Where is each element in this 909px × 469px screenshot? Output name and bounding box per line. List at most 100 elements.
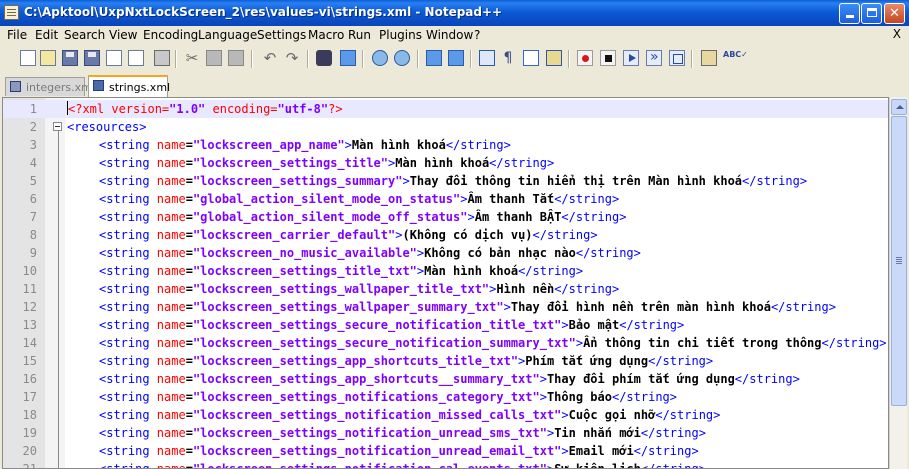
new-file-icon[interactable] [20, 50, 36, 66]
line-number: 8 [29, 228, 37, 242]
menu-encoding[interactable]: Encoding [143, 28, 198, 42]
line-content: <string name="lockscreen_app_name">Màn h… [99, 136, 511, 154]
equals-sign: = [185, 246, 193, 260]
code-line[interactable]: 21 <string name="lockscreen_settings_noti… [3, 460, 888, 468]
tab-strings-xml[interactable]: strings.xml [88, 75, 170, 97]
user-language-icon[interactable] [546, 50, 562, 66]
close-file-icon[interactable] [106, 50, 122, 66]
close-document-button[interactable]: X [893, 27, 901, 41]
code-line[interactable]: 7 <string name="global_action_silent_mode… [3, 208, 888, 226]
close-tag: </string> [619, 318, 685, 332]
open-tag: <string [99, 354, 157, 368]
notepad-app-icon[interactable] [4, 5, 19, 20]
code-line[interactable]: 11 <string name="lockscreen_settings_wall… [3, 280, 888, 298]
menu-run[interactable]: Run [348, 28, 371, 42]
close-all-icon[interactable] [128, 50, 144, 66]
code-line[interactable]: 1 <?xml version="1.0" encoding="utf-8"?> [3, 100, 888, 118]
line-content: <string name="lockscreen_settings_notifi… [99, 460, 706, 468]
menu-settings[interactable]: Settings [257, 28, 306, 42]
line-number: 10 [22, 264, 37, 278]
scrollbar-thumb[interactable] [891, 116, 907, 406]
paste-icon[interactable] [228, 50, 244, 66]
save-all-icon[interactable] [84, 50, 100, 66]
open-tag: <string [99, 228, 157, 242]
code-line[interactable]: 19 <string name="lockscreen_settings_noti… [3, 424, 888, 442]
show-all-characters-icon[interactable]: ¶ [500, 50, 516, 66]
code-line[interactable]: 14 <string name="lockscreen_settings_secu… [3, 334, 888, 352]
menu-plugins[interactable]: Plugins [379, 28, 422, 42]
spell-check-icon[interactable]: ABC✓ [723, 50, 748, 66]
record-macro-icon[interactable] [577, 50, 593, 66]
save-macro-icon[interactable] [669, 50, 685, 66]
undo-icon[interactable]: ↶ [262, 50, 278, 66]
plugin-icon[interactable] [701, 50, 717, 66]
attribute-value: "lockscreen_settings_notification_unread… [192, 426, 547, 440]
menu-edit[interactable]: Edit [35, 28, 58, 42]
code-line[interactable]: 9 <string name="lockscreen_no_music_avail… [3, 244, 888, 262]
tab-integers-xml[interactable]: integers.xml [5, 77, 95, 96]
code-line[interactable]: 5 <string name="lockscreen_settings_summa… [3, 172, 888, 190]
attribute-value: "lockscreen_settings_secure_notification… [192, 318, 562, 332]
equals-sign: = [185, 354, 193, 368]
attribute-name: name [156, 174, 186, 188]
open-tag: <string [99, 138, 157, 152]
code-line[interactable]: 17 <string name="lockscreen_settings_noti… [3, 388, 888, 406]
menu-macro[interactable]: Macro [308, 28, 344, 42]
code-line[interactable]: 13 <string name="lockscreen_settings_secu… [3, 316, 888, 334]
sync-horizontal-icon[interactable] [448, 50, 464, 66]
code-line[interactable]: 6 <string name="global_action_silent_mode… [3, 190, 888, 208]
line-content: <string name="lockscreen_settings_secure… [99, 316, 684, 334]
code-line[interactable]: 18 <string name="lockscreen_settings_noti… [3, 406, 888, 424]
code-line[interactable]: 20 <string name="lockscreen_settings_noti… [3, 442, 888, 460]
run-macro-multiple-icon[interactable] [646, 49, 662, 66]
code-line[interactable]: 2 <resources> [3, 118, 888, 136]
menu-language[interactable]: Language [198, 28, 257, 42]
attribute-value: "lockscreen_settings_title_txt" [192, 264, 417, 278]
close-tag: </string> [554, 192, 620, 206]
close-button[interactable]: ✕ [884, 3, 905, 24]
print-icon[interactable] [154, 50, 170, 66]
code-line[interactable]: 10 <string name="lockscreen_settings_titl… [3, 262, 888, 280]
open-file-icon[interactable] [40, 50, 56, 66]
code-line[interactable]: 15 <string name="lockscreen_settings_app_… [3, 352, 888, 370]
line-content: <string name="lockscreen_settings_title_… [99, 262, 583, 280]
close-icon: ✕ [889, 6, 900, 21]
replace-icon[interactable] [340, 50, 356, 66]
menu-help[interactable]: ? [474, 28, 480, 42]
scroll-up-button[interactable] [891, 99, 907, 115]
vertical-scrollbar[interactable] [889, 97, 907, 469]
menu-window[interactable]: Window [426, 28, 473, 42]
copy-icon[interactable] [206, 50, 222, 66]
menu-search[interactable]: Search [64, 28, 105, 42]
line-number: 6 [29, 192, 37, 206]
minimize-button[interactable] [839, 3, 860, 24]
xml-declaration-close: ?> [328, 102, 343, 116]
zoom-out-icon[interactable] [394, 50, 410, 66]
toolbar-separator [691, 50, 693, 68]
code-line[interactable]: 8 <string name="lockscreen_carrier_defaul… [3, 226, 888, 244]
close-tag: </string> [648, 354, 714, 368]
menu-view[interactable]: View [109, 28, 137, 42]
stop-recording-icon[interactable] [600, 50, 616, 66]
line-content: <string name="lockscreen_settings_secure… [99, 334, 887, 352]
indent-guide-icon[interactable] [523, 50, 539, 66]
text-editor[interactable]: 1 <?xml version="1.0" encoding="utf-8"?> 2… [2, 97, 889, 469]
open-tag: <string [99, 444, 157, 458]
redo-icon[interactable]: ↷ [284, 50, 300, 66]
code-line[interactable]: 12 <string name="lockscreen_settings_wall… [3, 298, 888, 316]
code-line[interactable]: 16 <string name="lockscreen_settings_app_… [3, 370, 888, 388]
menu-file[interactable]: File [7, 28, 27, 42]
word-wrap-icon[interactable] [479, 50, 495, 66]
code-line[interactable]: 3 <string name="lockscreen_app_name">Màn … [3, 136, 888, 154]
tag-bracket: > [503, 300, 511, 314]
code-line[interactable]: 4 <string name="lockscreen_settings_title… [3, 154, 888, 172]
find-icon[interactable] [316, 50, 332, 66]
maximize-button[interactable] [861, 3, 882, 24]
save-icon[interactable] [62, 50, 78, 66]
attribute-name: name [156, 138, 186, 152]
tag-bracket: > [402, 174, 410, 188]
sync-vertical-icon[interactable] [426, 50, 442, 66]
playback-macro-icon[interactable] [623, 50, 639, 66]
zoom-in-icon[interactable] [372, 50, 388, 66]
cut-icon[interactable]: ✂ [184, 50, 200, 66]
